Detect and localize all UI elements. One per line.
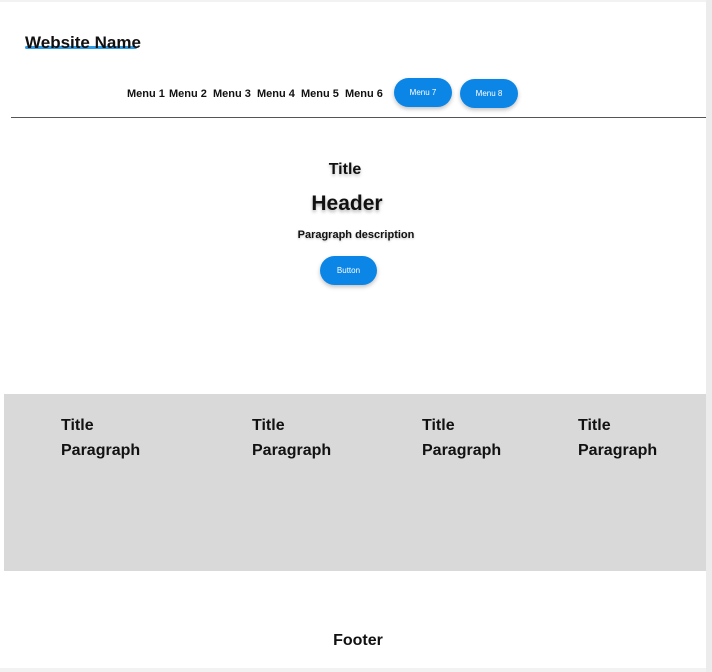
site-name[interactable]: Website Name [25,33,141,53]
nav-link-menu-5[interactable]: Menu 5 [301,87,339,101]
nav-link-menu-3[interactable]: Menu 3 [213,87,251,101]
feature-title: Title [422,417,455,434]
hero-description: Paragraph description [297,229,415,241]
footer: Footer [333,632,383,649]
feature-title: Title [252,417,285,434]
nav-button-menu-8[interactable]: Menu 8 [460,79,518,108]
features-section: Title Paragraph Title Paragraph Title Pa… [4,394,706,571]
feature-paragraph: Paragraph [422,442,502,459]
scrollbar[interactable] [706,0,712,672]
nav-link-menu-6[interactable]: Menu 6 [345,87,383,101]
feature-title: Title [61,417,94,434]
hero-header: Header [311,192,383,215]
page: Website Name Menu 1 Menu 2 Menu 3 Menu 4… [0,2,706,668]
nav-link-menu-1[interactable]: Menu 1 [127,87,165,101]
feature-title: Title [578,417,611,434]
hero-title: Title [328,161,362,178]
feature-card: Title Paragraph [578,416,657,461]
nav-button-menu-7[interactable]: Menu 7 [394,78,452,107]
feature-paragraph: Paragraph [61,442,141,459]
feature-paragraph: Paragraph [252,442,332,459]
nav-link-menu-2[interactable]: Menu 2 [169,87,207,101]
feature-card: Title Paragraph [252,416,331,461]
hero-button[interactable]: Button [320,256,377,285]
feature-paragraph: Paragraph [578,442,658,459]
feature-card: Title Paragraph [422,416,501,461]
feature-card: Title Paragraph [61,416,140,461]
header-divider [11,117,706,118]
nav-link-menu-4[interactable]: Menu 4 [257,87,295,101]
